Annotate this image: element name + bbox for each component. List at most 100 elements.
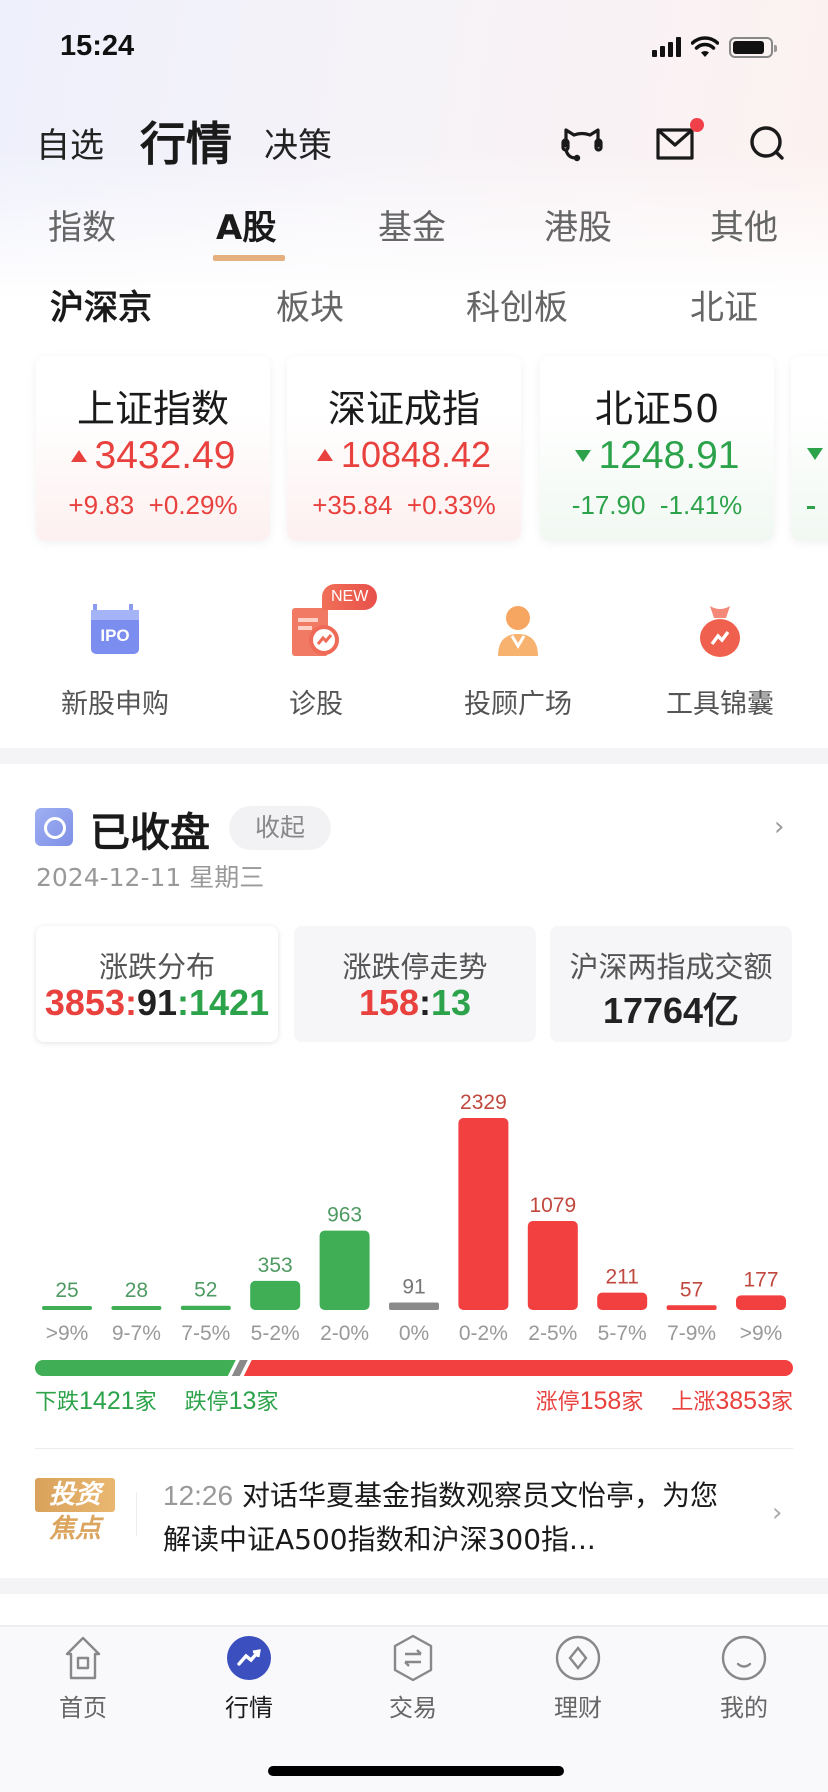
turnover-value: 17764亿 [602, 990, 740, 1031]
legend-suffix: 家 [770, 1390, 793, 1415]
legend-count: 158 [579, 1387, 622, 1415]
partial-change-text [807, 506, 815, 509]
news-headline[interactable]: 12:26 对话华夏基金指数观察员文怡亭，为您解读中证A500指数和沪深300指… [163, 1474, 743, 1562]
sub-tab-star-market[interactable]: 科创板 [466, 280, 568, 329]
up-arrow-icon [70, 450, 87, 462]
up-down-ratio-bar [35, 1360, 793, 1376]
index-change: -17.90 [571, 490, 646, 520]
market-trend-icon [225, 1634, 273, 1682]
bar-value-label: 353 [258, 1254, 293, 1277]
down-arrow-icon [807, 448, 823, 460]
market-status-title: 已收盘 [90, 810, 210, 856]
nav-trade[interactable]: 交易 [353, 1634, 473, 1723]
ratio-segment-up [243, 1360, 793, 1376]
home-indicator [268, 1766, 564, 1776]
index-change-percent: +0.33% [406, 490, 496, 520]
index-card-partial[interactable] [791, 356, 828, 541]
shortcut-toolkit[interactable]: 工具锦囊 [630, 600, 810, 721]
bar-value-label: 28 [125, 1279, 148, 1302]
category-tab-funds[interactable]: 基金 [378, 200, 446, 249]
nav-profile[interactable]: 我的 [684, 1634, 804, 1723]
chart-bar [597, 1292, 648, 1310]
sub-tab-beijing-exchange[interactable]: 北证 [690, 280, 758, 329]
down-count: 1421 [189, 982, 270, 1023]
trade-exchange-icon [389, 1634, 437, 1682]
nav-market[interactable]: 行情 [189, 1634, 309, 1723]
legend-label: 涨停 [535, 1390, 580, 1415]
chart-bar [666, 1305, 717, 1310]
category-tick-label: 0% [399, 1322, 429, 1345]
ratio-segment-down [35, 1360, 236, 1376]
legend-label: 跌停 [184, 1390, 229, 1415]
logo-text-bottom: 焦点 [48, 1514, 101, 1544]
header-tab-watchlist[interactable]: 自选 [36, 118, 104, 167]
news-title: 对话华夏基金指数观察员文怡亭，为您解读中证A500指数和沪深300指... [163, 1479, 718, 1556]
news-time: 12:26 [163, 1480, 234, 1511]
legend-label: 上涨 [671, 1390, 716, 1415]
index-card-shanghai-composite[interactable]: 上证指数 3432.49 +9.83 +0.29% [36, 356, 270, 541]
stat-card-distribution[interactable]: 涨跌分布 3853:91:1421 [36, 926, 278, 1042]
sub-tab-shanghai-shenzhen-beijing[interactable]: 沪深京 [50, 280, 152, 329]
stat-card-limit-trend[interactable]: 涨跌停走势 158:13 [294, 926, 536, 1042]
index-value: 10848.42 [340, 434, 492, 475]
index-value: 1248.91 [598, 434, 740, 477]
chevron-right-icon[interactable]: › [772, 1498, 782, 1528]
shortcut-label: 新股申购 [61, 689, 169, 720]
index-name: 深证成指 [327, 387, 480, 431]
header-tab-market[interactable]: 行情 [140, 108, 232, 174]
up-arrow-icon [316, 449, 333, 461]
chart-bar [389, 1302, 439, 1310]
shortcut-ipo-subscription[interactable]: IPO 新股申购 [25, 600, 205, 721]
down-arrow-icon [574, 450, 591, 462]
category-tick-label: >9% [740, 1322, 783, 1345]
ratio-legend-right: 涨停158家 上涨3853家 [536, 1384, 793, 1416]
bar-value-label: 1079 [529, 1194, 576, 1217]
limit-down-count: 13 [431, 982, 472, 1023]
nav-label: 首页 [59, 1694, 107, 1722]
shortcut-advisor-plaza[interactable]: 投顾广场 [428, 600, 608, 721]
chart-bar [42, 1306, 92, 1310]
stat-label: 涨跌分布 [98, 950, 215, 984]
toolbag-icon [690, 600, 750, 660]
category-tick-label: 0-2% [459, 1322, 508, 1345]
category-tab-hk-stocks[interactable]: 港股 [544, 200, 612, 249]
category-tab-other[interactable]: 其他 [710, 200, 778, 249]
profile-icon [720, 1634, 768, 1682]
mail-icon[interactable] [652, 118, 704, 166]
nav-home[interactable]: 首页 [23, 1634, 143, 1723]
category-tick-label: 9-7% [112, 1322, 161, 1345]
index-change: +9.83 [68, 490, 135, 520]
chart-bar [180, 1305, 231, 1310]
sub-tab-sectors[interactable]: 板块 [276, 280, 344, 329]
legend-suffix: 家 [256, 1390, 279, 1415]
chart-bar [111, 1306, 162, 1310]
category-tab-index[interactable]: 指数 [48, 200, 116, 249]
chart-bar [250, 1280, 301, 1310]
category-tick-label: 7-9% [667, 1322, 716, 1345]
index-name: 北证50 [594, 387, 720, 431]
customer-service-icon[interactable] [558, 118, 606, 166]
collapse-button[interactable]: 收起 [229, 806, 331, 850]
chart-bar [319, 1230, 370, 1310]
category-tick-label: 2-0% [320, 1322, 369, 1345]
nav-wealth[interactable]: 理财 [518, 1634, 638, 1723]
bar-value-label: 211 [605, 1266, 638, 1289]
distribution-bar-chart: 25 >9% 28 9-7% 52 7-5% 353 5-2% 963 2-0% 91 0% 2329 0… [42, 1091, 786, 1345]
notification-dot [690, 118, 704, 132]
category-tab-a-shares[interactable]: A股 [216, 200, 276, 249]
index-card-shenzhen-component[interactable]: 深证成指 10848.42 +35.84 +0.33% [287, 356, 521, 541]
nav-label: 交易 [389, 1694, 437, 1722]
chevron-right-icon[interactable]: › [774, 812, 784, 842]
search-icon[interactable] [744, 118, 792, 166]
stat-label: 涨跌停走势 [342, 950, 488, 984]
category-tick-label: >9% [46, 1322, 89, 1345]
index-value: 3432.49 [94, 434, 236, 477]
stat-card-turnover[interactable]: 沪深两指成交额 17764亿 [550, 926, 792, 1042]
investment-focus-logo: 投资 焦点 [35, 1478, 115, 1548]
status-time: 15:24 [60, 30, 135, 62]
shortcut-stock-diagnosis[interactable]: NEW 诊股 [226, 584, 406, 721]
chart-bar [458, 1118, 509, 1310]
header-tab-decision[interactable]: 决策 [264, 118, 332, 167]
index-change-percent: -1.41% [659, 490, 743, 520]
index-card-bse-50[interactable]: 北证50 1248.91 -17.90 -1.41% [540, 356, 774, 541]
